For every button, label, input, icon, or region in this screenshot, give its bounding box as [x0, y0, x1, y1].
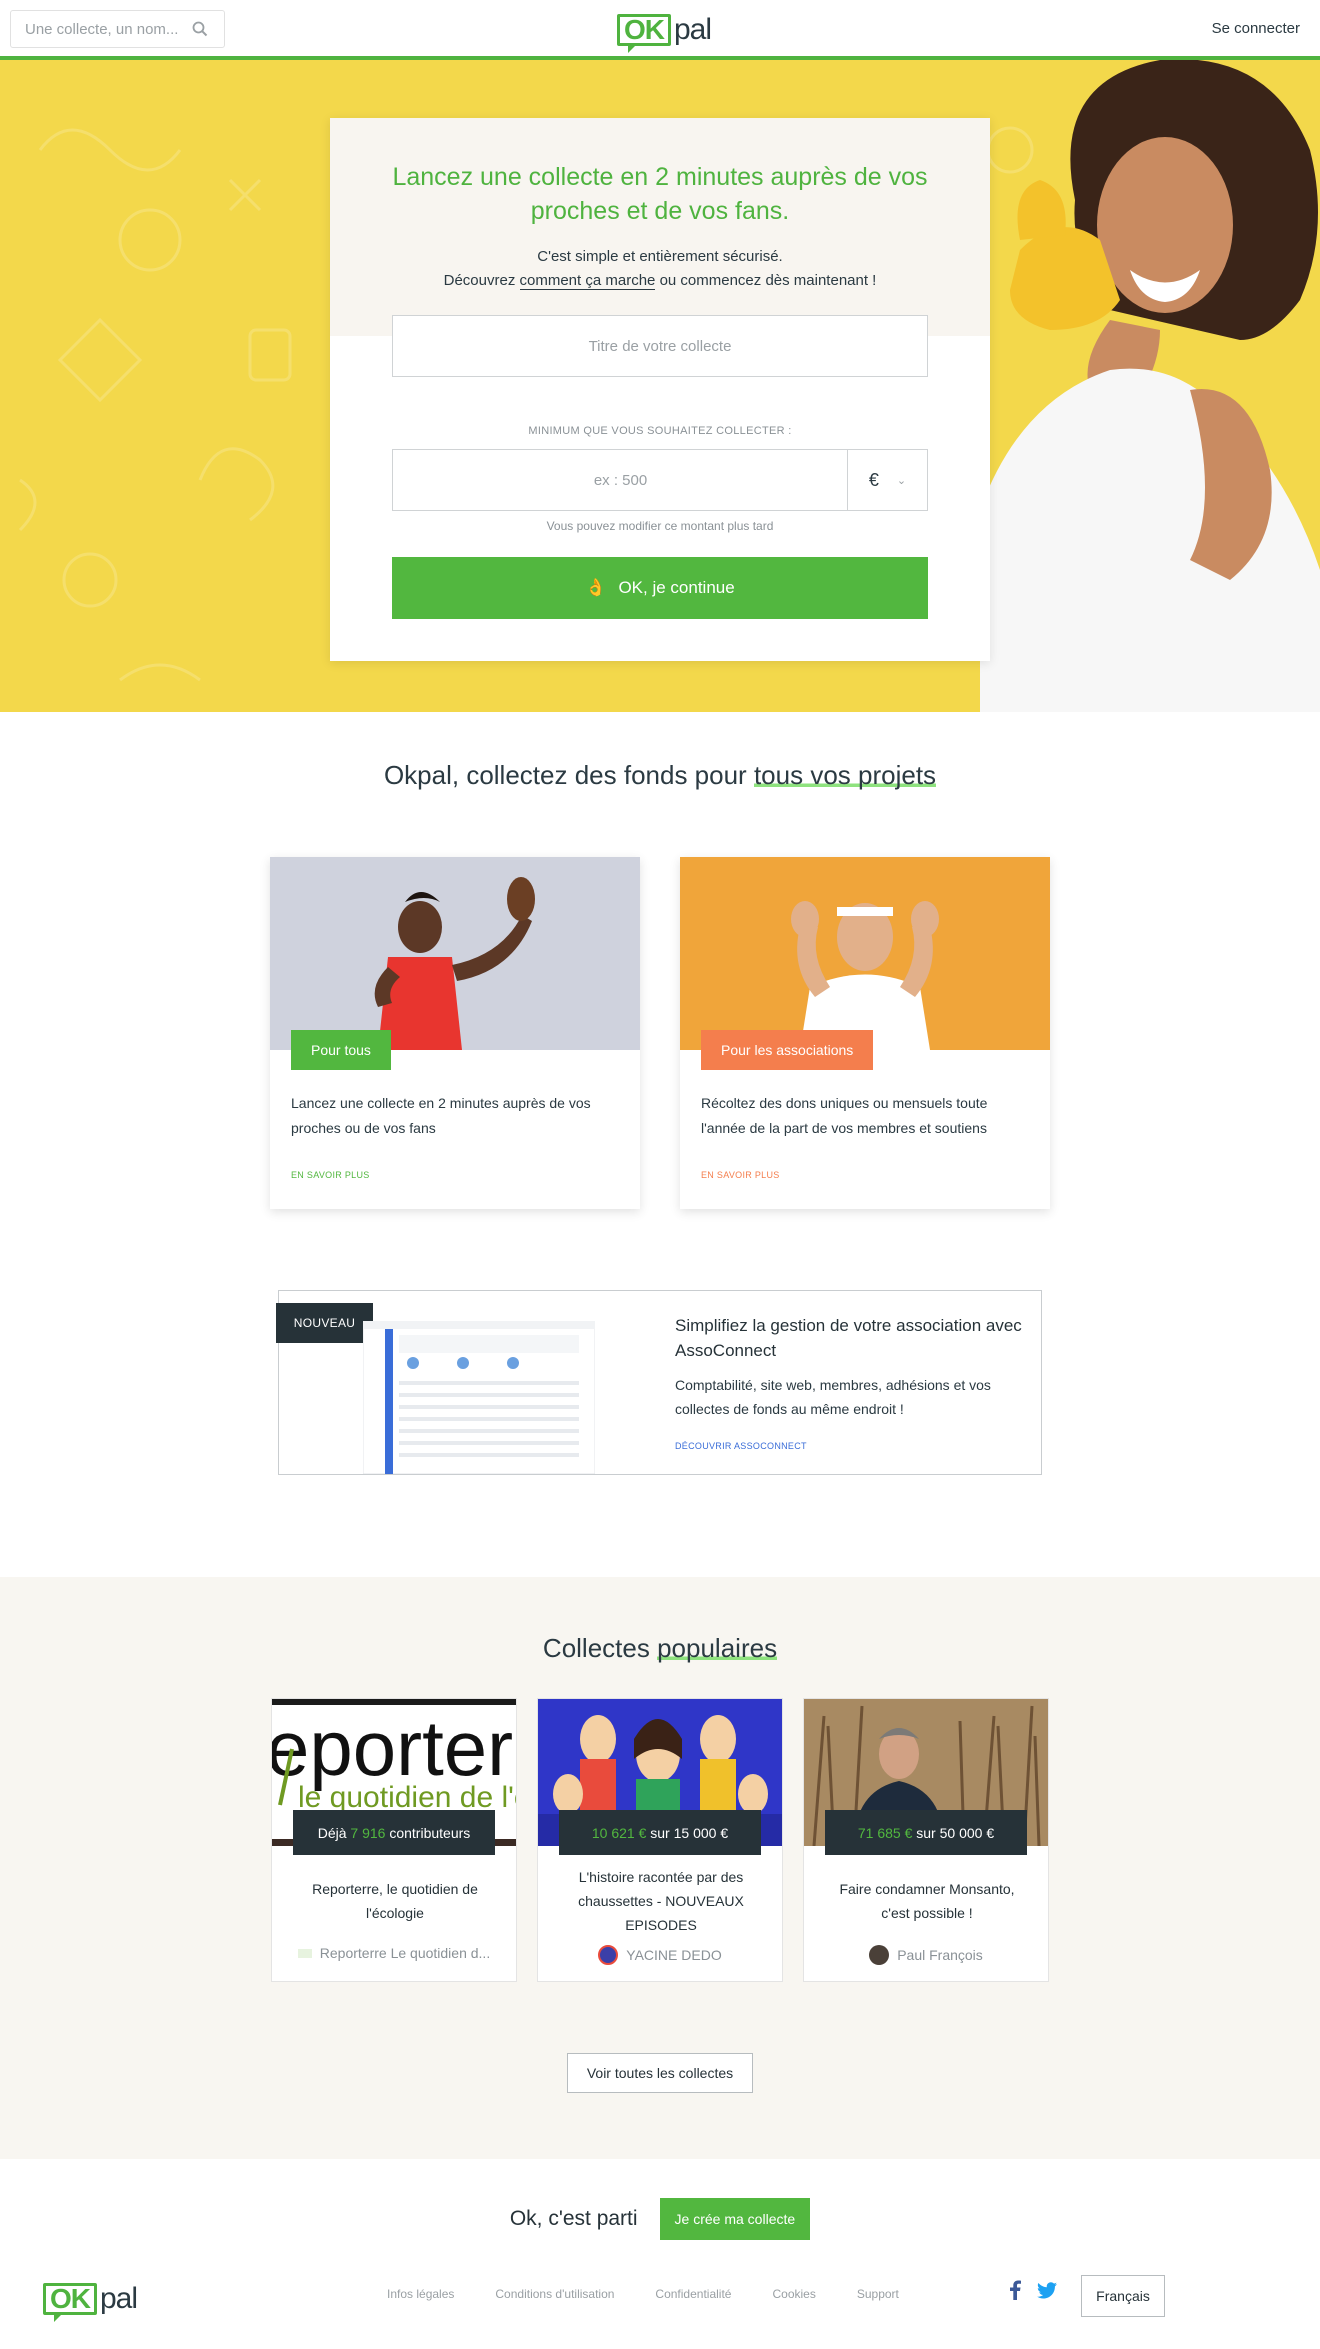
smiling-woman-photo — [980, 60, 1320, 712]
amount-stat: 71 685 € sur 50 000 € — [825, 1810, 1027, 1855]
hero-subtitle-line1: C'est simple et entièrement sécurisé. — [537, 248, 783, 265]
collect-name: L'histoire racontée par des chaussettes … — [578, 1869, 744, 1933]
footer-okpal-logo[interactable]: OK pal — [43, 2281, 138, 2322]
language-selector[interactable]: Français — [1081, 2275, 1165, 2317]
author-avatar — [598, 1945, 619, 1965]
popular-collects-section: Collectes populaires eporter le quotidie… — [0, 1577, 1320, 2159]
twitter-icon[interactable] — [1037, 2281, 1057, 2304]
legal-info-link[interactable]: Infos légales — [387, 2287, 454, 2301]
subtitle-prefix: Découvrez — [443, 272, 516, 289]
how-it-works-link[interactable]: comment ça marche — [519, 272, 656, 290]
continue-button-label: OK, je continue — [618, 578, 735, 597]
discover-assoconnect-link[interactable]: DÉCOUVRIR ASSOCONNECT — [675, 1441, 807, 1451]
for-everyone-description: Lancez une collecte en 2 minutes auprès … — [291, 1095, 591, 1136]
logo-pal: pal — [674, 13, 712, 46]
see-all-collects-button[interactable]: Voir toutes les collectes — [567, 2053, 753, 2093]
facebook-icon[interactable] — [1010, 2280, 1021, 2305]
footer-cta-text: Ok, c'est parti — [509, 2207, 638, 2230]
author-avatar — [297, 1948, 312, 1958]
search-input[interactable] — [25, 20, 190, 38]
projects-title: Okpal, collectez des fonds pour tous vos… — [0, 760, 1320, 791]
minimum-amount-label: MINIMUM QUE VOUS SOUHAITEZ COLLECTER : — [528, 425, 792, 437]
terms-link[interactable]: Conditions d'utilisation — [495, 2287, 614, 2301]
currency-select[interactable]: € ⌄ — [847, 449, 928, 511]
amount-hint: Vous pouvez modifier ce montant plus tar… — [546, 519, 774, 533]
social-links — [1010, 2280, 1057, 2305]
for-associations-description: Récoltez des dons uniques ou mensuels to… — [701, 1095, 988, 1136]
projects-title-prefix: Okpal, collectez des fonds pour — [383, 760, 747, 790]
stat-value: 71 685 € — [857, 1824, 913, 1841]
hero-section: Lancez une collecte en 2 minutes auprès … — [0, 60, 1320, 712]
for-everyone-card[interactable]: Pour tous Lancez une collecte en 2 minut… — [270, 857, 640, 1209]
logo-pal: pal — [100, 2282, 138, 2315]
for-everyone-learn-more[interactable]: EN SAVOIR PLUS — [291, 1170, 370, 1180]
support-link[interactable]: Support — [857, 2287, 899, 2301]
author-name: Paul François — [897, 1947, 983, 1963]
author-name: YACINE DEDO — [626, 1947, 722, 1963]
collect-author[interactable]: YACINE DEDO — [538, 1945, 782, 1965]
top-header: OK pal Se connecter — [0, 0, 1320, 60]
assoconnect-banner[interactable]: NOUVEAU Simplifiez la gestion de votre a… — [276, 1290, 1042, 1475]
stat-suffix: sur 50 000 € — [916, 1824, 995, 1841]
footer-links: Infos légales Conditions d'utilisation C… — [387, 2287, 899, 2301]
svg-text:eporter: eporter — [272, 1704, 513, 1792]
new-badge: NOUVEAU — [276, 1303, 373, 1343]
collect-name: Reporterre, le quotidien de l'écologie — [312, 1881, 478, 1921]
stat-prefix: Déjà — [317, 1824, 347, 1841]
collect-name: Faire condamner Monsanto, c'est possible… — [839, 1881, 1015, 1921]
stat-value: 10 621 € — [591, 1824, 647, 1841]
for-everyone-tag[interactable]: Pour tous — [291, 1030, 391, 1070]
amount-input[interactable] — [392, 449, 848, 511]
for-everyone-image — [270, 857, 640, 1050]
okpal-logo[interactable]: OK pal — [617, 12, 712, 53]
create-collect-button[interactable]: Je crée ma collecte — [659, 2198, 811, 2240]
logo-ok: OK — [617, 14, 671, 53]
author-name: Reporterre Le quotidien d... — [319, 1945, 491, 1961]
author-avatar — [869, 1945, 890, 1965]
create-collect-form: Lancez une collecte en 2 minutes auprès … — [330, 118, 990, 661]
for-associations-tag[interactable]: Pour les associations — [701, 1030, 874, 1070]
footer-cta: Ok, c'est parti Je crée ma collecte — [0, 2198, 1320, 2240]
collect-card[interactable]: eporter le quotidien de l'éc Déjà 7 916 … — [271, 1698, 517, 1982]
stat-value: 7 916 — [350, 1824, 386, 1841]
search-box[interactable] — [10, 10, 225, 48]
privacy-link[interactable]: Confidentialité — [655, 2287, 731, 2301]
projects-title-highlight: tous vos projets — [753, 760, 937, 790]
stat-suffix: contributeurs — [389, 1824, 471, 1841]
collect-author[interactable]: Paul François — [804, 1945, 1048, 1965]
cookies-link[interactable]: Cookies — [772, 2287, 815, 2301]
for-associations-image — [680, 857, 1050, 1050]
continue-button[interactable]: 👌 OK, je continue — [392, 557, 928, 619]
hero-title: Lancez une collecte en 2 minutes auprès … — [392, 163, 928, 225]
subtitle-suffix: ou commencez dès maintenant ! — [659, 272, 877, 289]
currency-value: € — [868, 469, 879, 490]
assoconnect-title: Simplifiez la gestion de votre associati… — [675, 1316, 1022, 1360]
login-link[interactable]: Se connecter — [1212, 20, 1300, 37]
chevron-down-icon: ⌄ — [896, 474, 907, 487]
for-associations-card[interactable]: Pour les associations Récoltez des dons … — [680, 857, 1050, 1209]
assoconnect-dashboard-screenshot — [363, 1321, 595, 1474]
collect-author[interactable]: Reporterre Le quotidien d... — [272, 1945, 516, 1961]
popular-title-highlight: populaires — [657, 1633, 778, 1663]
collect-title-input[interactable] — [392, 315, 928, 377]
for-associations-learn-more[interactable]: EN SAVOIR PLUS — [701, 1170, 780, 1180]
hero-subtitle-line2: Découvrez comment ça marche ou commencez… — [330, 272, 990, 290]
collect-card[interactable]: 10 621 € sur 15 000 € L'histoire raconté… — [537, 1698, 783, 1982]
search-icon[interactable] — [190, 19, 210, 39]
contributors-stat: Déjà 7 916 contributeurs — [293, 1810, 495, 1855]
logo-ok: OK — [43, 2283, 97, 2322]
popular-title-prefix: Collectes — [542, 1633, 650, 1663]
collect-card[interactable]: 71 685 € sur 50 000 € Faire condamner Mo… — [803, 1698, 1049, 1982]
ok-hand-icon: 👌 — [585, 578, 607, 597]
amount-stat: 10 621 € sur 15 000 € — [559, 1810, 761, 1855]
stat-suffix: sur 15 000 € — [650, 1824, 729, 1841]
assoconnect-description: Comptabilité, site web, membres, adhésio… — [675, 1377, 991, 1417]
popular-title: Collectes populaires — [0, 1633, 1320, 1664]
